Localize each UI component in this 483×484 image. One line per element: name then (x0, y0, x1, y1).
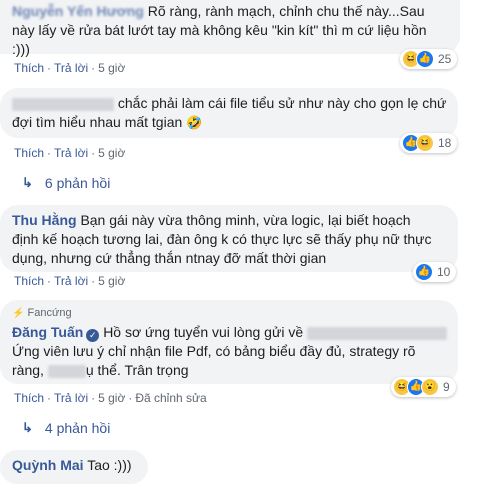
comment-text: Rõ ràng, rành mạch, chỉnh chu thế này...… (147, 3, 425, 19)
comment-actions: Thích · Trả lời · 5 giờ · Đã chỉnh sửa (14, 391, 207, 405)
comment-text: Tao :))) (87, 457, 132, 473)
like-icon: 👍 (416, 50, 434, 68)
rofl-emoji-icon: 🤣 (186, 115, 203, 130)
replies-count[interactable]: 4 phản hồi (45, 420, 110, 436)
comment-text: Ứng viên lưu ý chỉ nhận file Pdf, có bản… (12, 343, 416, 359)
comment-bubble: ⚡ Fancứng Đăng Tuấn ✓ Hồ sơ ứng tuyển vui… (0, 300, 458, 384)
timestamp[interactable]: 5 giờ (98, 146, 125, 160)
timestamp[interactable]: 5 giờ (98, 274, 125, 288)
comment-text: Hồ sơ ứng tuyển vui lòng gửi về (103, 324, 304, 340)
commenter-name[interactable]: Đăng Tuấn (12, 324, 83, 340)
like-link[interactable]: Thích (14, 274, 44, 288)
reply-arrow-icon: ↳ (22, 175, 33, 190)
reaction-count: 10 (437, 265, 451, 279)
reaction-summary[interactable]: 👍 10 (413, 262, 457, 282)
comment-text: ụ thể. Trân trọng (85, 362, 189, 378)
replies-count[interactable]: 6 phản hồi (45, 175, 110, 191)
wow-icon: 😮 (421, 378, 439, 396)
comment-text: chắc phải làm cái file tiểu sử như này c… (117, 95, 447, 111)
fan-badge-icon: ⚡ (12, 308, 25, 319)
comment-text: đợi tìm hiểu nhau mất tgian (12, 114, 183, 130)
reaction-summary[interactable]: 👍 😆 18 (400, 133, 458, 153)
comment-bubble: Nguyễn Yến Hương Rõ ràng, rành mạch, chỉ… (0, 0, 460, 57)
comment-text: ràng, (12, 362, 44, 378)
comment-bubble: Quỳnh Mai Tao :))) (0, 450, 148, 484)
fan-badge-label: Fancứng (27, 307, 72, 319)
edited-label[interactable]: Đã chỉnh sửa (135, 391, 206, 405)
commenter-name[interactable]: Nguyễn Yến Hương (12, 3, 144, 19)
like-link[interactable]: Thích (14, 61, 44, 75)
comment-bubble: chắc phải làm cái file tiểu sử như này c… (0, 88, 458, 138)
reaction-count: 18 (438, 136, 452, 150)
reaction-count: 9 (443, 380, 450, 394)
comment-text: này lấy về rửa bát lướt tay mà không kêu… (12, 22, 427, 38)
reply-arrow-icon: ↳ (22, 420, 33, 435)
reaction-summary[interactable]: 😆 👍 25 (400, 49, 458, 69)
redacted-email (307, 326, 447, 340)
reply-link[interactable]: Trả lời (54, 274, 88, 288)
reply-link[interactable]: Trả lời (54, 391, 88, 405)
redacted-text (47, 364, 86, 378)
haha-icon: 😆 (416, 134, 434, 152)
comment-actions: Thích · Trả lời · 5 giờ (14, 61, 126, 75)
comment-text: định kế hoạch tương lai, đàn ông k có th… (12, 231, 432, 247)
comment-text: dụng, nhưng cứ thẳng thắn ntnay đỡ mất t… (12, 250, 327, 266)
reaction-summary[interactable]: 😆 👍 😮 9 (391, 377, 456, 397)
comment-bubble: Thu Hằng Bạn gái này vừa thông minh, vừa… (0, 205, 458, 272)
commenter-name[interactable]: Thu Hằng (12, 212, 77, 228)
comment-actions: Thích · Trả lời · 5 giờ (14, 274, 126, 288)
reply-link[interactable]: Trả lời (54, 146, 88, 160)
fan-badge: ⚡ Fancứng (12, 306, 446, 321)
view-replies-link[interactable]: ↳ 4 phản hồi (22, 420, 110, 436)
like-link[interactable]: Thích (14, 146, 44, 160)
timestamp[interactable]: 5 giờ (98, 391, 125, 405)
like-link[interactable]: Thích (14, 391, 44, 405)
like-icon: 👍 (415, 263, 433, 281)
view-replies-link[interactable]: ↳ 6 phản hồi (22, 175, 110, 191)
redacted-name (12, 97, 114, 111)
comment-text: Bạn gái này vừa thông minh, vừa logic, l… (80, 212, 411, 228)
reply-link[interactable]: Trả lời (54, 61, 88, 75)
reaction-count: 25 (438, 52, 452, 66)
verified-check-icon: ✓ (86, 329, 100, 342)
timestamp[interactable]: 5 giờ (98, 61, 125, 75)
comment-text: :))) (12, 41, 30, 57)
commenter-name[interactable]: Quỳnh Mai (12, 457, 84, 473)
comment-actions: Thích · Trả lời · 5 giờ (14, 146, 126, 160)
